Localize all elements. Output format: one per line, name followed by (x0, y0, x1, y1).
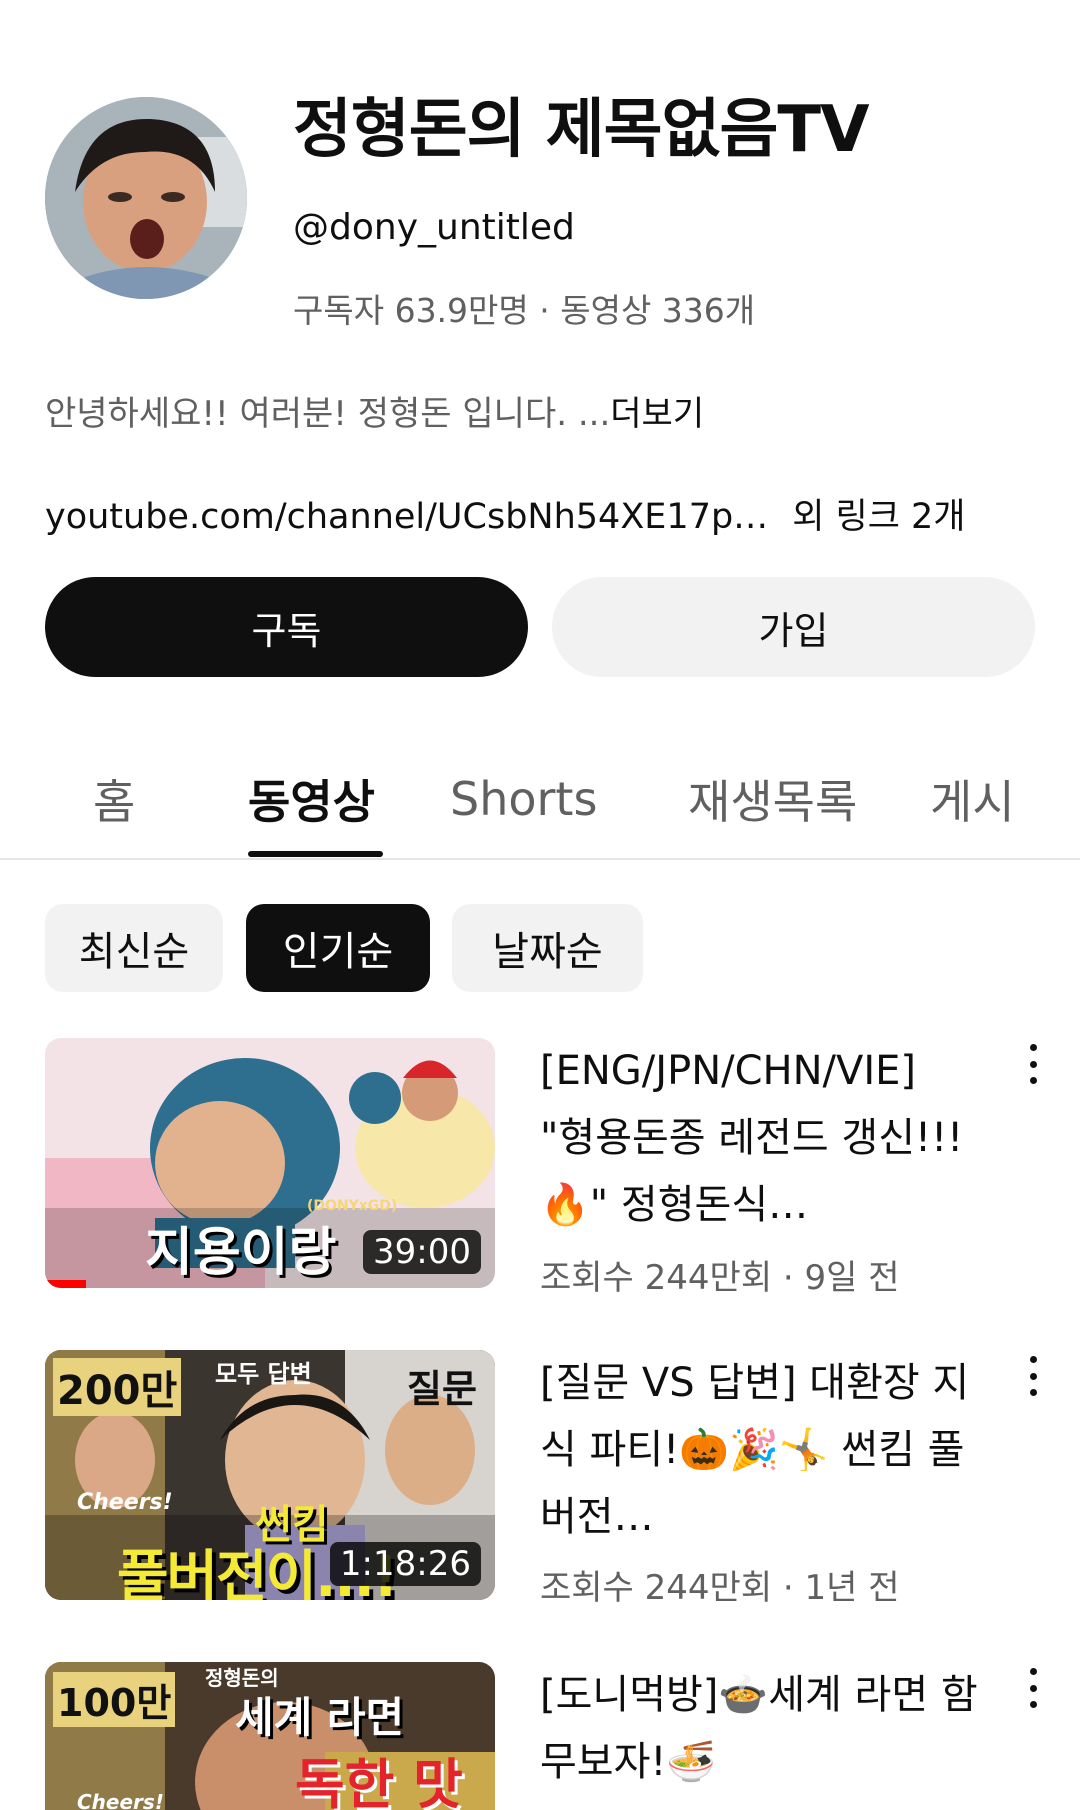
channel-avatar[interactable] (45, 97, 247, 299)
thumb-left-caption: Cheers! (77, 1490, 173, 1515)
video-meta: 조회수 244만회 · 1년 전 (540, 1568, 900, 1608)
more-vert-icon (1029, 1356, 1037, 1396)
chip-oldest[interactable]: 날짜순 (452, 904, 643, 992)
channel-tabs: 홈 동영상 Shorts 재생목록 게시 (0, 740, 1080, 860)
tab-community[interactable]: 게시 (930, 740, 1015, 858)
chip-popular[interactable]: 인기순 (246, 904, 430, 992)
channel-links[interactable]: youtube.com/channel/UCsbNh54XE17p… 외 링크 2… (45, 488, 966, 539)
chip-latest[interactable]: 최신순 (45, 904, 223, 992)
thumb-caption: 지용이랑 (145, 1223, 337, 1283)
video-menu-button[interactable] (1018, 1658, 1048, 1718)
video-duration: 1:18:26 (329, 1542, 481, 1586)
active-tab-indicator (248, 851, 383, 857)
description-text: 안녕하세요!! 여러분! 정형돈 입니다. ... (45, 394, 611, 434)
video-menu-button[interactable] (1018, 1034, 1048, 1094)
thumb-right-caption: 질문 (407, 1367, 477, 1411)
thumb-main-caption-2: 독한 맛 (295, 1753, 463, 1810)
video-meta: 조회수 244만회 · 9일 전 (540, 1258, 900, 1298)
channel-title: 정형돈의 제목없음TV (293, 93, 870, 167)
thumb-badge: 200만 (53, 1358, 182, 1416)
more-vert-icon (1029, 1044, 1037, 1084)
watch-progress-bar (45, 1280, 86, 1288)
thumb-left-caption: Cheers! (77, 1790, 164, 1810)
channel-stats: 구독자 63.9만명 · 동영상 336개 (293, 291, 756, 330)
description-more-link[interactable]: 더보기 (610, 394, 704, 434)
tab-shorts[interactable]: Shorts (450, 740, 597, 858)
video-duration: 39:00 (363, 1230, 481, 1274)
more-vert-icon (1029, 1668, 1037, 1708)
video-title[interactable]: [도니먹방]🍲세계 라면 함 무보자!🍜 (540, 1662, 980, 1810)
tab-playlists[interactable]: 재생목록 (688, 740, 857, 858)
tab-home[interactable]: 홈 (93, 740, 135, 858)
thumb-small-caption: (DONYxGD) (307, 1198, 398, 1214)
join-button[interactable]: 가입 (552, 577, 1035, 677)
channel-link[interactable]: youtube.com/channel/UCsbNh54XE17p… (45, 497, 768, 537)
tab-videos[interactable]: 동영상 (248, 740, 375, 858)
video-thumbnail[interactable]: 200만 모두 답변 질문 Cheers! 썬킴 풀버전이...! 1:18:2… (45, 1350, 495, 1600)
video-menu-button[interactable] (1018, 1346, 1048, 1406)
video-thumbnail[interactable]: 지용이랑 (DONYxGD) 39:00 (45, 1038, 495, 1288)
video-thumbnail[interactable]: 100만 정형돈의 세계 라면 독한 맛 Cheers! (45, 1662, 495, 1810)
channel-description[interactable]: 안녕하세요!! 여러분! 정형돈 입니다. ...더보기 (45, 386, 704, 435)
video-title[interactable]: [질문 VS 답변] 대환장 지식 파티!🎃🎉🤸 썬킴 풀버전… (540, 1350, 980, 1551)
more-links[interactable]: 외 링크 2개 (792, 497, 965, 537)
video-title[interactable]: [ENG/JPN/CHN/VIE] "형용돈종 레전드 갱신!!!🔥" 정형돈식… (540, 1038, 980, 1239)
thumb-badge: 100만 (53, 1672, 176, 1727)
subscribe-button[interactable]: 구독 (45, 577, 528, 677)
thumb-top-caption: 모두 답변 (215, 1360, 312, 1388)
channel-handle: @dony_untitled (293, 207, 575, 248)
thumb-main-caption: 세계 라면 (235, 1693, 405, 1742)
